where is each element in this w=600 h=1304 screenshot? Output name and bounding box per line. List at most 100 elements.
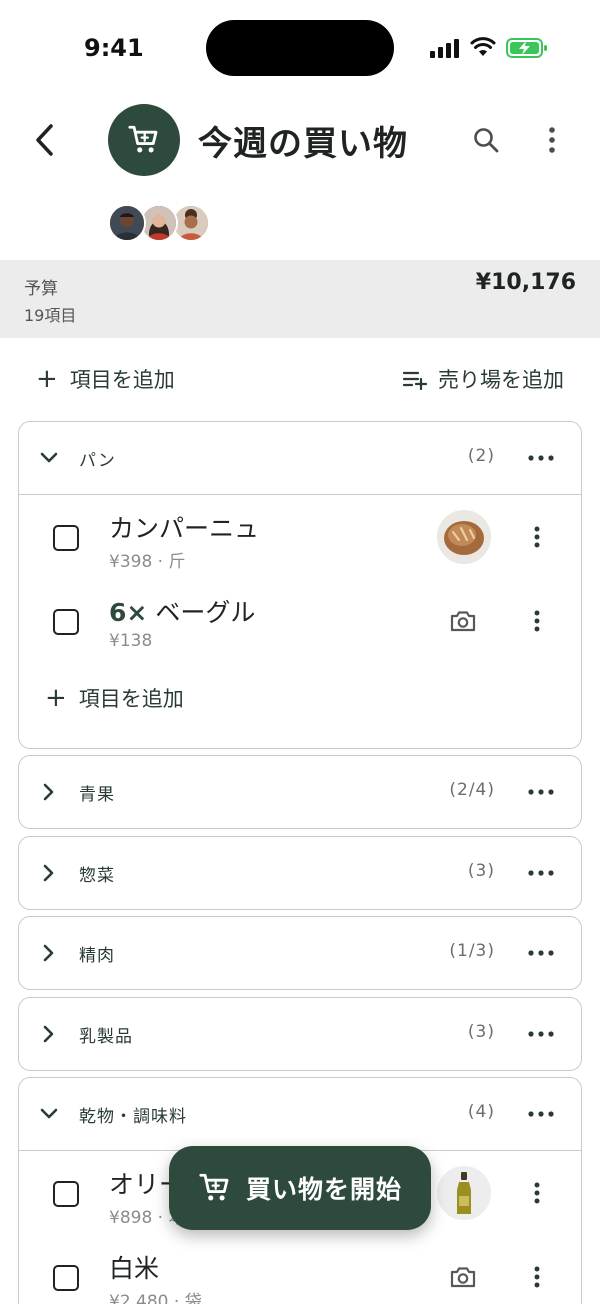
category-more-button[interactable]: [521, 1100, 561, 1128]
item-price: ¥398 · 斤: [109, 552, 186, 572]
item-price: ¥2,480 · 袋: [109, 1292, 202, 1304]
category-name: パン: [79, 451, 116, 471]
category-more-button[interactable]: [521, 1020, 561, 1048]
search-icon: [474, 128, 499, 153]
category-card: 青果 (2/4): [18, 755, 582, 829]
category-count: (3): [467, 861, 495, 881]
more-vertical-icon: [534, 1182, 540, 1204]
shopping-cart-icon: [198, 1171, 232, 1205]
category-name: 青果: [79, 785, 115, 805]
category-header[interactable]: パン (2): [19, 422, 581, 494]
page-title: 今週の買い物: [198, 124, 408, 164]
item-price: ¥138: [109, 631, 153, 651]
category-header[interactable]: 惣菜 (3): [19, 837, 581, 909]
status-time: 9:41: [84, 34, 144, 62]
category-name: 精肉: [79, 946, 115, 966]
more-vertical-icon: [534, 526, 540, 548]
item-more-button[interactable]: [529, 521, 545, 553]
category-card: 惣菜 (3): [18, 836, 582, 910]
add-item-label: 項目を追加: [69, 368, 175, 392]
budget-total: ¥10,176: [475, 270, 576, 295]
category-header[interactable]: 乾物・調味料 (4): [19, 1078, 581, 1150]
add-item-button[interactable]: + 項目を追加: [36, 364, 175, 394]
category-add-item-label: 項目を追加: [78, 687, 184, 711]
category-count: (3): [467, 1022, 495, 1042]
category-more-button[interactable]: [521, 939, 561, 967]
more-vertical-icon: [534, 1266, 540, 1288]
item-checkbox[interactable]: [53, 525, 79, 551]
plus-icon: +: [36, 364, 58, 394]
item-name: 6× ベーグル: [109, 593, 255, 629]
list-item[interactable]: 6× ベーグル ¥138: [19, 579, 581, 663]
chevron-right-icon[interactable]: [37, 859, 61, 887]
more-horizontal-icon: [528, 950, 554, 956]
search-button[interactable]: [466, 120, 506, 160]
category-card: 精肉 (1/3): [18, 916, 582, 990]
shopping-cart-icon: [128, 125, 158, 153]
item-photo[interactable]: [437, 510, 491, 564]
list-item[interactable]: 白米 ¥2,480 · 袋: [19, 1235, 581, 1304]
category-count: (2/4): [449, 780, 495, 800]
add-section-button[interactable]: 売り場を追加: [402, 364, 564, 394]
back-button[interactable]: [22, 116, 66, 164]
category-card: 乳製品 (3): [18, 997, 582, 1071]
item-name: カンパーニュ: [109, 514, 260, 543]
category-header[interactable]: 青果 (2/4): [19, 756, 581, 828]
more-horizontal-icon: [528, 1031, 554, 1037]
category-header[interactable]: 乳製品 (3): [19, 998, 581, 1070]
signal-icon: [430, 39, 459, 58]
category-more-button[interactable]: [521, 778, 561, 806]
category-card: パン (2) カンパーニュ ¥398 · 斤 6× ベーグル ¥138 + 項目…: [18, 421, 582, 749]
header: 今週の買い物: [0, 96, 600, 256]
item-checkbox[interactable]: [53, 609, 79, 635]
category-more-button[interactable]: [521, 859, 561, 887]
dynamic-island: [206, 20, 394, 76]
more-horizontal-icon: [528, 789, 554, 795]
budget-label: 予算: [24, 279, 58, 299]
start-shopping-button[interactable]: 買い物を開始: [169, 1146, 431, 1230]
wifi-icon: [470, 37, 496, 56]
budget-summary: 予算 19項目 ¥10,176: [0, 260, 600, 338]
item-quantity: 6×: [109, 598, 148, 627]
avatar: [108, 204, 146, 242]
more-horizontal-icon: [528, 455, 554, 461]
list-avatar: [108, 104, 180, 176]
category-name: 乳製品: [79, 1027, 133, 1047]
shared-members[interactable]: [108, 204, 218, 242]
list-actions: + 項目を追加 売り場を追加: [0, 350, 600, 410]
more-vertical-icon: [549, 127, 555, 153]
add-photo-button[interactable]: [447, 1261, 479, 1293]
add-photo-button[interactable]: [447, 605, 479, 637]
more-vertical-icon: [534, 610, 540, 632]
category-count: (1/3): [449, 941, 495, 961]
camera-icon: [450, 611, 476, 632]
item-more-button[interactable]: [529, 605, 545, 637]
plus-icon: +: [45, 683, 67, 713]
category-more-button[interactable]: [521, 444, 561, 472]
category-name: 乾物・調味料: [79, 1107, 187, 1127]
list-item[interactable]: カンパーニュ ¥398 · 斤: [19, 495, 581, 579]
camera-icon: [450, 1267, 476, 1288]
add-section-label: 売り場を追加: [438, 368, 564, 392]
chevron-right-icon[interactable]: [37, 778, 61, 806]
item-photo[interactable]: [437, 1166, 491, 1220]
more-horizontal-icon: [528, 1111, 554, 1117]
chevron-down-icon[interactable]: [37, 1100, 61, 1128]
item-name: 白米: [109, 1254, 160, 1283]
category-count: (4): [467, 1102, 495, 1122]
item-more-button[interactable]: [529, 1261, 545, 1293]
item-more-button[interactable]: [529, 1177, 545, 1209]
item-name-text: ベーグル: [155, 598, 256, 627]
battery-charging-icon: [506, 38, 547, 58]
chevron-right-icon[interactable]: [37, 939, 61, 967]
more-options-button[interactable]: [532, 120, 572, 160]
chevron-right-icon[interactable]: [37, 1020, 61, 1048]
status-bar: 9:41: [0, 0, 600, 96]
chevron-down-icon[interactable]: [37, 444, 61, 472]
category-add-item-button[interactable]: + 項目を追加: [19, 663, 581, 733]
category-header[interactable]: 精肉 (1/3): [19, 917, 581, 989]
add-section-icon: [402, 371, 428, 390]
item-checkbox[interactable]: [53, 1181, 79, 1207]
chevron-left-icon: [36, 124, 53, 156]
item-checkbox[interactable]: [53, 1265, 79, 1291]
